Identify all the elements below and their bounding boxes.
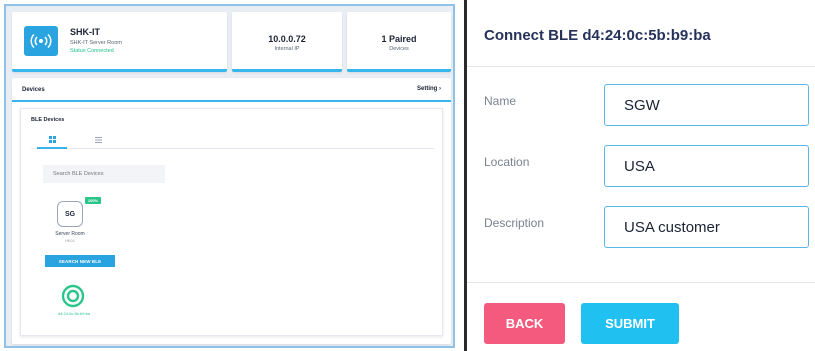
wireless-signal-icon [24,26,58,56]
dialog-header-divider [467,66,815,67]
ble-devices-title: BLE Devices [31,117,65,123]
ble-device-icon: SG [57,201,83,227]
paired-count-label: Devices [389,46,409,52]
name-label: Name [484,94,517,108]
tab-grid-view[interactable] [37,131,67,149]
ble-device-name: Server Room [55,231,85,237]
ble-device-tile[interactable]: SG [57,201,87,229]
devices-title: Devices [22,87,45,93]
internal-ip-card: 10.0.0.72 Internal IP [232,12,342,72]
ble-search-input[interactable] [43,165,165,183]
search-new-ble-button[interactable]: SEARCH NEW BLE [45,255,115,267]
setting-link[interactable]: Setting › [417,86,441,92]
location-label: Location [484,155,530,169]
paired-devices-card: 1 Paired Devices [347,12,451,72]
description-field[interactable] [604,206,809,248]
ble-signal-ring-icon[interactable] [61,284,85,308]
back-button[interactable]: BACK [484,303,565,344]
devices-panel-header: Devices Setting › [12,78,451,102]
discovered-mac-label: d4:24:0c:5b:b9:ba [57,311,91,316]
setting-label: Setting [416,86,438,92]
grid-icon [48,135,56,143]
internal-ip-value: 10.0.0.72 [268,34,306,44]
chevron-right-icon: › [439,86,441,92]
submit-button[interactable]: SUBMIT [581,303,679,344]
paired-count-value: 1 Paired [381,34,417,44]
ble-devices-card: BLE Devices SG 1 [20,108,443,336]
device-status: Status Connected [70,48,114,54]
internal-ip-label: Internal IP [274,46,300,52]
description-label: Description [484,216,545,230]
tab-list-view[interactable] [83,131,113,149]
gateway-device-card[interactable]: SHK-IT SHK-IT Server Room Status Connect… [12,12,227,72]
devices-panel: Devices Setting › BLE Devices Search BLE… [12,78,451,344]
view-mode-tabs [31,131,434,149]
connect-ble-dialog: Connect BLE d4:24:0c:5b:b9:ba Name Locat… [467,0,815,351]
name-field[interactable] [604,84,809,126]
battery-badge: 100% [85,197,101,204]
device-name: SHK-IT [70,27,100,37]
list-icon [94,137,102,143]
gateway-dashboard: SHK-IT SHK-IT Server Room Status Connect… [4,4,455,348]
device-subtitle: SHK-IT Server Room [70,40,122,46]
location-field[interactable] [604,145,809,187]
ble-device-sub: HK01 [64,238,75,243]
dialog-footer-divider [467,282,815,283]
dialog-title: Connect BLE d4:24:0c:5b:b9:ba [484,27,711,44]
